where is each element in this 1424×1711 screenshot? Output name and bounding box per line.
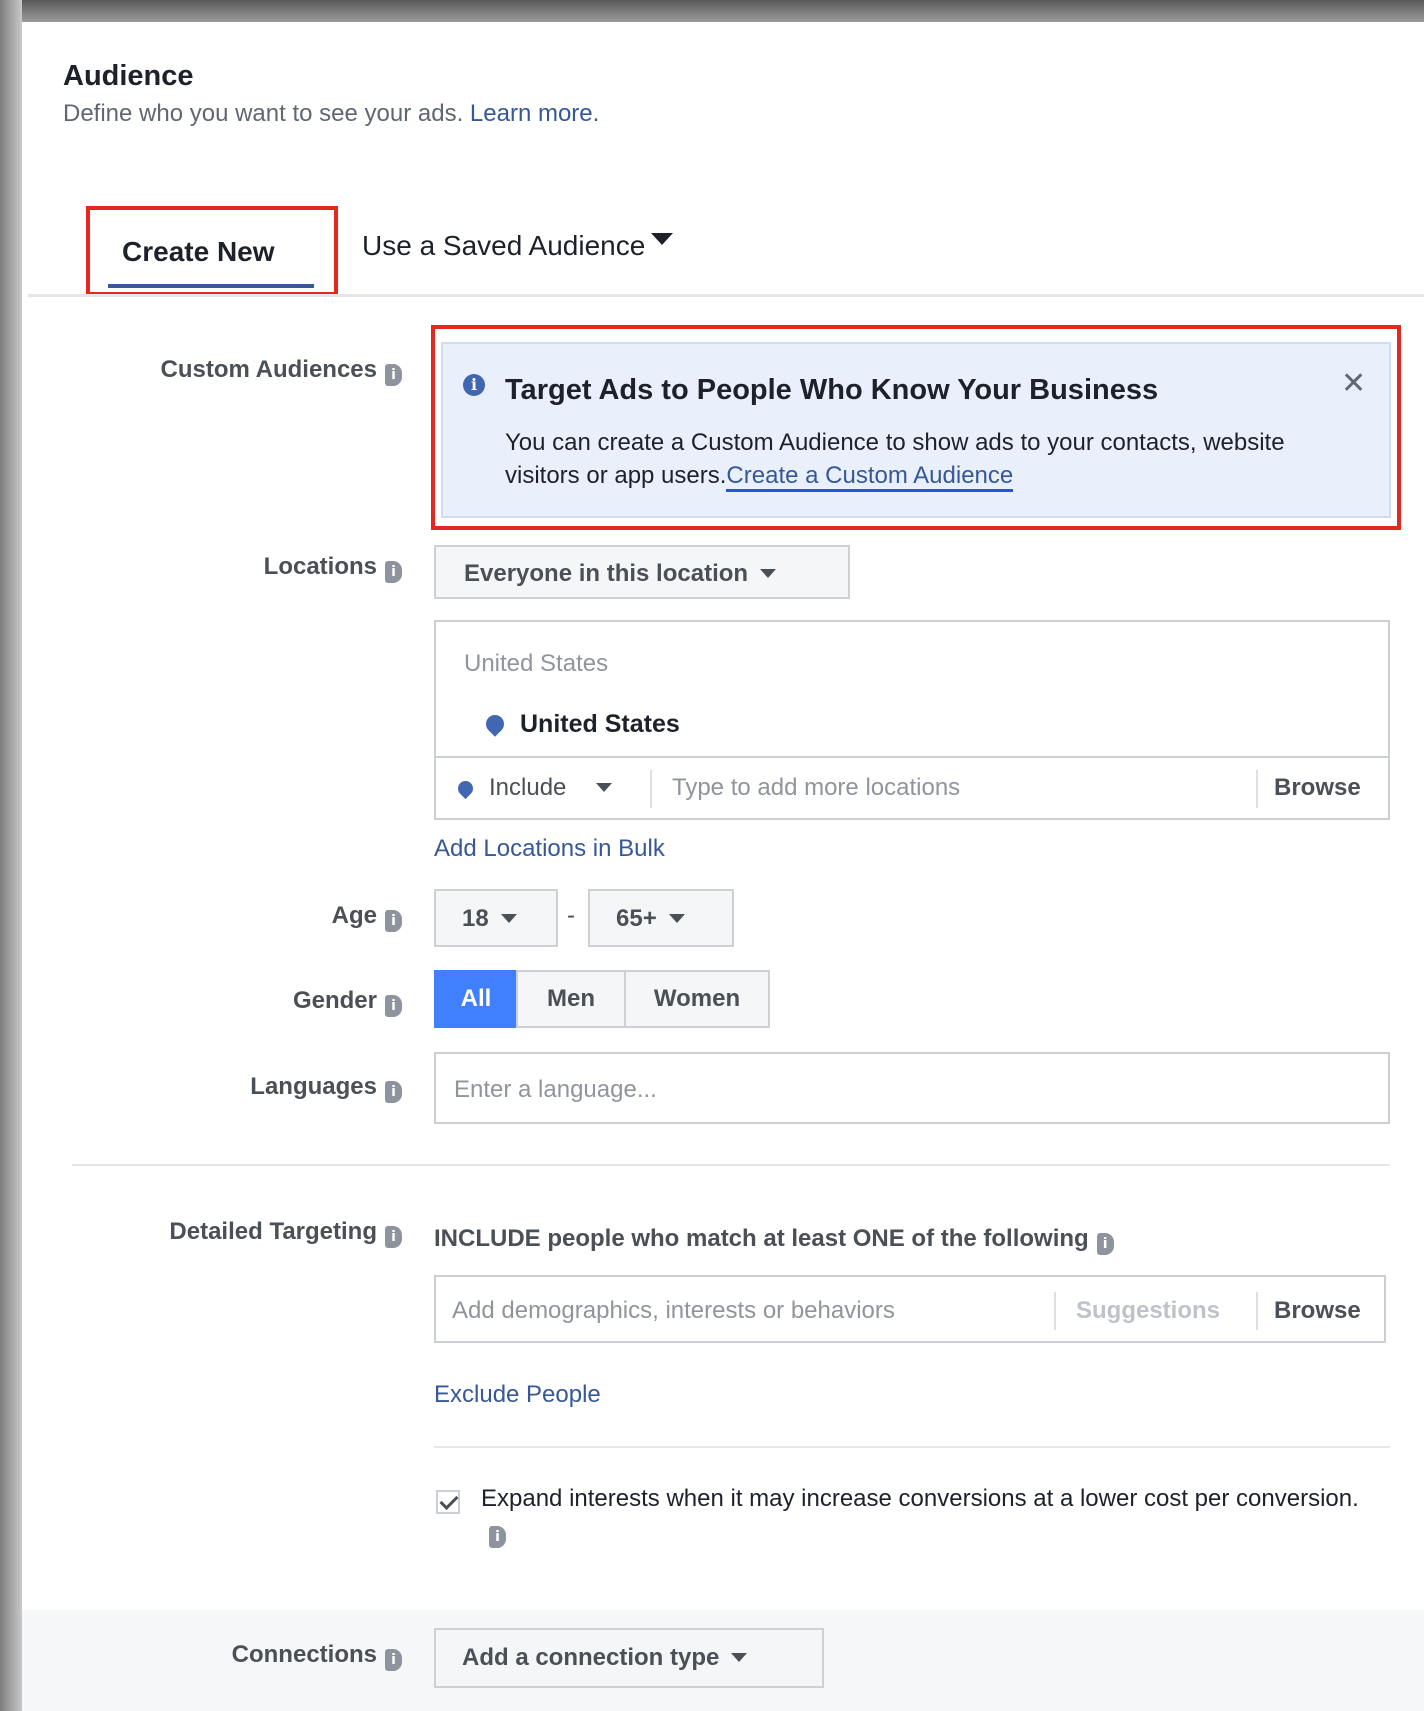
gender-all-button[interactable]: All	[434, 970, 518, 1028]
separator	[1256, 770, 1258, 808]
location-type-select[interactable]: Everyone in this location	[434, 545, 850, 599]
detailed-targeting-label-text: Detailed Targeting	[169, 1218, 377, 1245]
locations-label-text: Locations	[263, 553, 377, 580]
location-group-header: United States	[464, 650, 609, 677]
detailed-targeting-browse-button[interactable]: Browse	[1274, 1297, 1361, 1325]
info-icon[interactable]: i	[385, 995, 402, 1017]
locations-browse-button[interactable]: Browse	[1274, 774, 1361, 802]
connection-type-value: Add a connection type	[462, 1644, 748, 1672]
custom-audiences-label: Custom Audiences i	[161, 356, 402, 386]
section-title: Audience	[63, 60, 194, 92]
separator	[1054, 1292, 1056, 1330]
info-icon[interactable]: i	[385, 364, 402, 386]
info-icon[interactable]: i	[385, 1226, 402, 1248]
languages-label: Languages i	[250, 1073, 402, 1103]
selected-location-text: United States	[520, 710, 680, 738]
info-icon[interactable]: i	[385, 1081, 402, 1103]
language-placeholder: Enter a language...	[454, 1076, 657, 1103]
window-shadow-left	[0, 0, 22, 1711]
expand-interests-checkbox[interactable]	[436, 1490, 460, 1514]
info-icon[interactable]: i	[385, 1649, 402, 1671]
custom-audiences-label-text: Custom Audiences	[160, 356, 377, 383]
expand-interests-text: Expand interests when it may increase co…	[481, 1482, 1381, 1548]
detailed-targeting-label: Detailed Targeting i	[169, 1218, 402, 1248]
info-icon[interactable]: i	[489, 1526, 506, 1548]
subtitle-text: Define who you want to see your ads.	[63, 100, 464, 127]
close-icon[interactable]: ✕	[1341, 366, 1366, 401]
caret-down-icon	[760, 569, 777, 578]
info-icon[interactable]: i	[385, 561, 402, 583]
section-subtitle: Define who you want to see your ads. Lea…	[63, 100, 599, 128]
callout-title: Target Ads to People Who Know Your Busin…	[505, 374, 1159, 406]
age-max-value: 65+	[616, 905, 685, 933]
caret-down-icon	[668, 914, 685, 923]
expand-interests-label: Expand interests when it may increase co…	[481, 1485, 1359, 1512]
gender-segmented-control: All Men Women	[434, 970, 770, 1028]
caret-down-icon	[651, 233, 674, 245]
detailed-targeting-include-text: INCLUDE people who match at least ONE of…	[434, 1225, 1114, 1255]
info-icon[interactable]: i	[1096, 1233, 1114, 1255]
caret-down-icon	[500, 914, 517, 923]
age-max-text: 65+	[616, 905, 657, 932]
age-separator: -	[567, 902, 575, 929]
caret-down-icon	[731, 1653, 748, 1662]
connections-label: Connections i	[232, 1641, 402, 1671]
window-shadow-top	[0, 0, 1424, 22]
caret-down-icon	[596, 783, 613, 792]
locations-box: United States United States Include Type…	[434, 620, 1390, 820]
include-select[interactable]: Include	[454, 774, 613, 802]
info-icon[interactable]: i	[385, 910, 402, 932]
detailed-targeting-placeholder: Add demographics, interests or behaviors	[452, 1297, 895, 1324]
info-circle-icon: i	[463, 374, 485, 396]
include-text: INCLUDE people who match at least ONE of…	[434, 1225, 1089, 1252]
gender-men-button[interactable]: Men	[516, 970, 626, 1028]
age-min-value: 18	[462, 905, 517, 933]
tab-saved-audience[interactable]: Use a Saved Audience	[362, 230, 674, 262]
tab-saved-audience-label: Use a Saved Audience	[362, 230, 646, 261]
detailed-targeting-input[interactable]: Add demographics, interests or behaviors…	[434, 1275, 1386, 1343]
active-tab-underline	[108, 284, 314, 288]
age-min-select[interactable]: 18	[434, 889, 558, 947]
connection-type-text: Add a connection type	[462, 1644, 720, 1671]
connections-label-text: Connections	[231, 1641, 377, 1668]
connection-type-select[interactable]: Add a connection type	[434, 1628, 824, 1688]
location-pin-icon	[482, 711, 508, 737]
suggestions-button[interactable]: Suggestions	[1076, 1297, 1220, 1325]
add-locations-bulk-link[interactable]: Add Locations in Bulk	[434, 835, 665, 863]
tab-create-new-label: Create New	[122, 236, 275, 267]
separator	[650, 770, 652, 808]
location-type-text: Everyone in this location	[464, 560, 749, 587]
locations-label: Locations i	[264, 553, 402, 583]
separator	[1256, 1292, 1258, 1330]
gender-label-text: Gender	[292, 987, 377, 1014]
location-search-input[interactable]: Type to add more locations	[672, 774, 1232, 802]
age-label-text: Age	[331, 902, 377, 929]
divider	[434, 1446, 1390, 1448]
age-max-select[interactable]: 65+	[588, 889, 734, 947]
languages-label-text: Languages	[250, 1073, 377, 1100]
custom-audience-callout: i Target Ads to People Who Know Your Bus…	[441, 342, 1391, 518]
include-value: Include	[489, 774, 567, 801]
selected-location[interactable]: United States	[482, 710, 680, 739]
tab-create-new[interactable]: Create New	[86, 206, 338, 296]
exclude-people-link[interactable]: Exclude People	[434, 1381, 601, 1409]
location-type-value: Everyone in this location	[464, 560, 777, 588]
age-label: Age i	[332, 902, 402, 932]
callout-body: You can create a Custom Audience to show…	[505, 426, 1365, 492]
gender-label: Gender i	[293, 987, 402, 1017]
location-input-row: Include Type to add more locations Brows…	[436, 756, 1388, 820]
learn-more-link[interactable]: Learn more.	[470, 100, 599, 127]
age-min-text: 18	[462, 905, 489, 932]
gender-women-button[interactable]: Women	[624, 970, 770, 1028]
section-divider	[72, 1164, 1390, 1166]
location-pin-icon	[454, 777, 477, 800]
tabs-divider	[28, 294, 1424, 297]
create-custom-audience-link[interactable]: Create a Custom Audience	[726, 462, 1014, 492]
language-input[interactable]: Enter a language...	[434, 1052, 1390, 1124]
